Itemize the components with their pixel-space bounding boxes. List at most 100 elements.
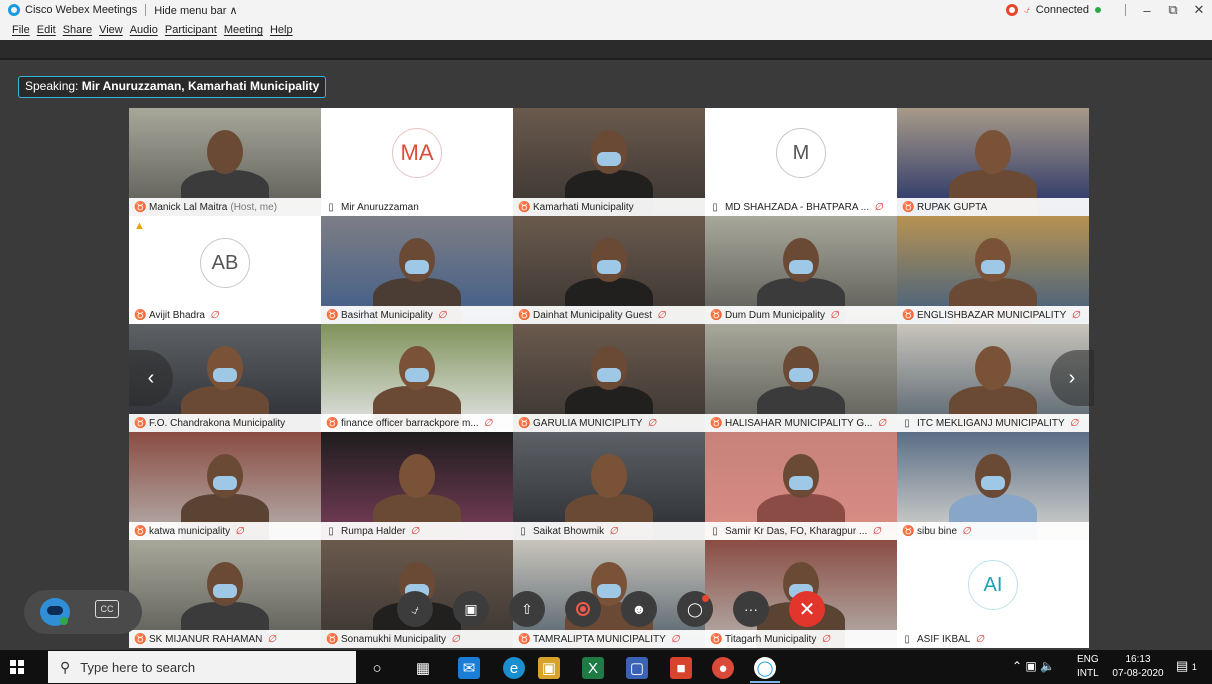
- participant-tile[interactable]: ♉ RUPAK GUPTA: [897, 108, 1089, 216]
- participant-tile[interactable]: ♉ HALISAHAR MUNICIPALITY G... ∅: [705, 324, 897, 432]
- close-button[interactable]: ✕: [1186, 2, 1212, 18]
- muted-microphone-icon: ∅: [209, 309, 219, 321]
- participant-tile[interactable]: ♉ GARULIA MUNICIPLITY ∅: [513, 324, 705, 432]
- participant-tile[interactable]: ♉ Dainhat Municipality Guest ∅: [513, 216, 705, 324]
- participant-tile[interactable]: ♉ Manick Lal Maitra (Host, me): [129, 108, 321, 216]
- participant-name: TAMRALIPTA MUNICIPALITY: [533, 633, 666, 645]
- chat-button[interactable]: ◯: [677, 591, 713, 627]
- webex-logo-icon: [8, 4, 20, 16]
- excel-icon[interactable]: X: [582, 657, 604, 679]
- record-button[interactable]: [565, 591, 601, 627]
- video-button[interactable]: ▣: [453, 591, 489, 627]
- phone-audio-icon: ♉: [326, 633, 339, 645]
- store-icon[interactable]: ▣: [538, 657, 560, 679]
- chat-icon: ◯: [687, 600, 703, 617]
- connected-dot-icon: [1095, 7, 1101, 13]
- share-button[interactable]: ⇧: [509, 591, 545, 627]
- participant-tile[interactable]: ♉ sibu bine ∅: [897, 432, 1089, 540]
- restore-button[interactable]: ⧉: [1160, 2, 1186, 18]
- edge-browser-icon[interactable]: e: [503, 657, 525, 679]
- participant-tile[interactable]: ♉ Basirhat Municipality ∅: [321, 216, 513, 324]
- phone-audio-icon: ♉: [518, 309, 531, 321]
- participant-head: [591, 454, 627, 498]
- mail-icon[interactable]: ✉: [458, 657, 480, 679]
- participant-tile[interactable]: ▯ Rumpa Halder ∅: [321, 432, 513, 540]
- speaking-indicator: Speaking: Mir Anuruzzaman, Kamarhati Mun…: [18, 76, 327, 98]
- office-app-icon[interactable]: ■: [670, 657, 692, 679]
- microphone-icon[interactable]: ⍻: [1024, 4, 1030, 17]
- participant-name-bar: ♉ SK MIJANUR RAHAMAN ∅: [129, 630, 321, 648]
- connection-status[interactable]: Connected: [1036, 4, 1089, 16]
- menu-edit[interactable]: Edit: [37, 24, 56, 36]
- face-mask: [405, 260, 429, 274]
- more-options-button[interactable]: ···: [733, 591, 769, 627]
- participants-button[interactable]: ☻: [621, 591, 657, 627]
- language-indicator[interactable]: ENG INTL: [1077, 653, 1099, 681]
- search-placeholder: Type here to search: [80, 659, 196, 675]
- face-mask: [213, 476, 237, 490]
- recording-indicator-icon[interactable]: [1005, 4, 1018, 16]
- chrome-icon[interactable]: ●: [712, 657, 734, 679]
- participant-tile[interactable]: AI ▯ ASIF IKBAL ∅: [897, 540, 1089, 648]
- menu-view[interactable]: View: [99, 24, 123, 36]
- phone-audio-icon: ♉: [518, 201, 531, 213]
- face-mask: [789, 476, 813, 490]
- menu-help[interactable]: Help: [270, 24, 293, 36]
- start-pane-4: [18, 668, 24, 674]
- participant-tile[interactable]: M ▯ MD SHAHZADA - BHATPARA ... ∅: [705, 108, 897, 216]
- photos-icon[interactable]: ▢: [626, 657, 648, 679]
- closed-captions-button[interactable]: CC: [95, 600, 119, 618]
- cortana-icon[interactable]: ○: [366, 657, 388, 679]
- end-meeting-button[interactable]: ✕: [789, 591, 825, 627]
- participant-tile[interactable]: AB ▲ ♉ Avijit Bhadra ∅: [129, 216, 321, 324]
- menu-file[interactable]: File: [12, 24, 30, 36]
- task-view-icon[interactable]: ▦: [412, 657, 434, 679]
- participant-name: MD SHAHZADA - BHATPARA ...: [725, 201, 870, 213]
- participant-tile[interactable]: ♉ Kamarhati Municipality: [513, 108, 705, 216]
- participant-head: [975, 130, 1011, 174]
- face-mask: [981, 476, 1005, 490]
- windows-start-button[interactable]: [10, 660, 24, 674]
- system-tray-icons[interactable]: ⌃ ▣ 🔈: [1012, 659, 1055, 673]
- active-app-indicator: [750, 681, 780, 683]
- participant-tile[interactable]: MA ▯ Mir Anuruzzaman: [321, 108, 513, 216]
- participant-name: Titagarh Municipality: [725, 633, 817, 645]
- participant-name-bar: ▯ Mir Anuruzzaman: [321, 198, 513, 216]
- speaking-name: Mir Anuruzzaman, Kamarhati Municipality: [81, 79, 320, 93]
- participant-tile[interactable]: ♉ katwa municipality ∅: [129, 432, 321, 540]
- participant-name-bar: ♉ katwa municipality ∅: [129, 522, 321, 540]
- participant-tile[interactable]: ♉ Dum Dum Municipality ∅: [705, 216, 897, 324]
- clock[interactable]: 16:13 07-08-2020: [1110, 653, 1166, 681]
- hide-menu-bar-button[interactable]: Hide menu bar ∧: [154, 4, 237, 17]
- webex-taskbar-icon[interactable]: ◯: [754, 657, 776, 679]
- mute-button[interactable]: ⍻: [397, 591, 433, 627]
- face-mask: [405, 368, 429, 382]
- participant-tile[interactable]: ▯ Samir Kr Das, FO, Kharagpur ... ∅: [705, 432, 897, 540]
- participant-tile[interactable]: ♉ SK MIJANUR RAHAMAN ∅: [129, 540, 321, 648]
- participant-tile[interactable]: ▯ Saikat Bhowmik ∅: [513, 432, 705, 540]
- participant-name-bar: ♉ GARULIA MUNICIPLITY ∅: [513, 414, 705, 432]
- phone-audio-icon: ♉: [134, 417, 147, 429]
- participant-name-bar: ▯ Samir Kr Das, FO, Kharagpur ... ∅: [705, 522, 897, 540]
- phone-audio-icon: ♉: [134, 201, 147, 213]
- camera-off-icon: ▣: [464, 600, 478, 617]
- minimize-button[interactable]: –: [1134, 3, 1160, 18]
- menu-meeting[interactable]: Meeting: [224, 24, 263, 36]
- menu-participant[interactable]: Participant: [165, 24, 217, 36]
- menu-share[interactable]: Share: [63, 24, 92, 36]
- participant-head: [207, 130, 243, 174]
- phone-audio-icon: ♉: [134, 309, 147, 321]
- participant-tile[interactable]: ♉ TAMRALIPTA MUNICIPALITY ∅: [513, 540, 705, 648]
- phone-audio-icon: ♉: [710, 417, 723, 429]
- menu-audio[interactable]: Audio: [130, 24, 158, 36]
- taskbar-search-box[interactable]: ⚲ Type here to search: [48, 651, 356, 683]
- muted-microphone-icon: ∅: [609, 525, 618, 537]
- participant-tile[interactable]: ♉ finance officer barrackpore m... ∅: [321, 324, 513, 432]
- participant-tile[interactable]: ♉ ENGLISHBAZAR MUNICIPALITY ∅: [897, 216, 1089, 324]
- muted-microphone-icon: ∅: [451, 633, 460, 645]
- clock-time: 16:13: [1125, 654, 1151, 665]
- notifications-button[interactable]: ▤ 1: [1176, 659, 1197, 674]
- participant-name-bar: ▯ Saikat Bhowmik ∅: [513, 522, 705, 540]
- phone-audio-icon: ♉: [326, 309, 339, 321]
- window-controls-separator: [1125, 4, 1126, 16]
